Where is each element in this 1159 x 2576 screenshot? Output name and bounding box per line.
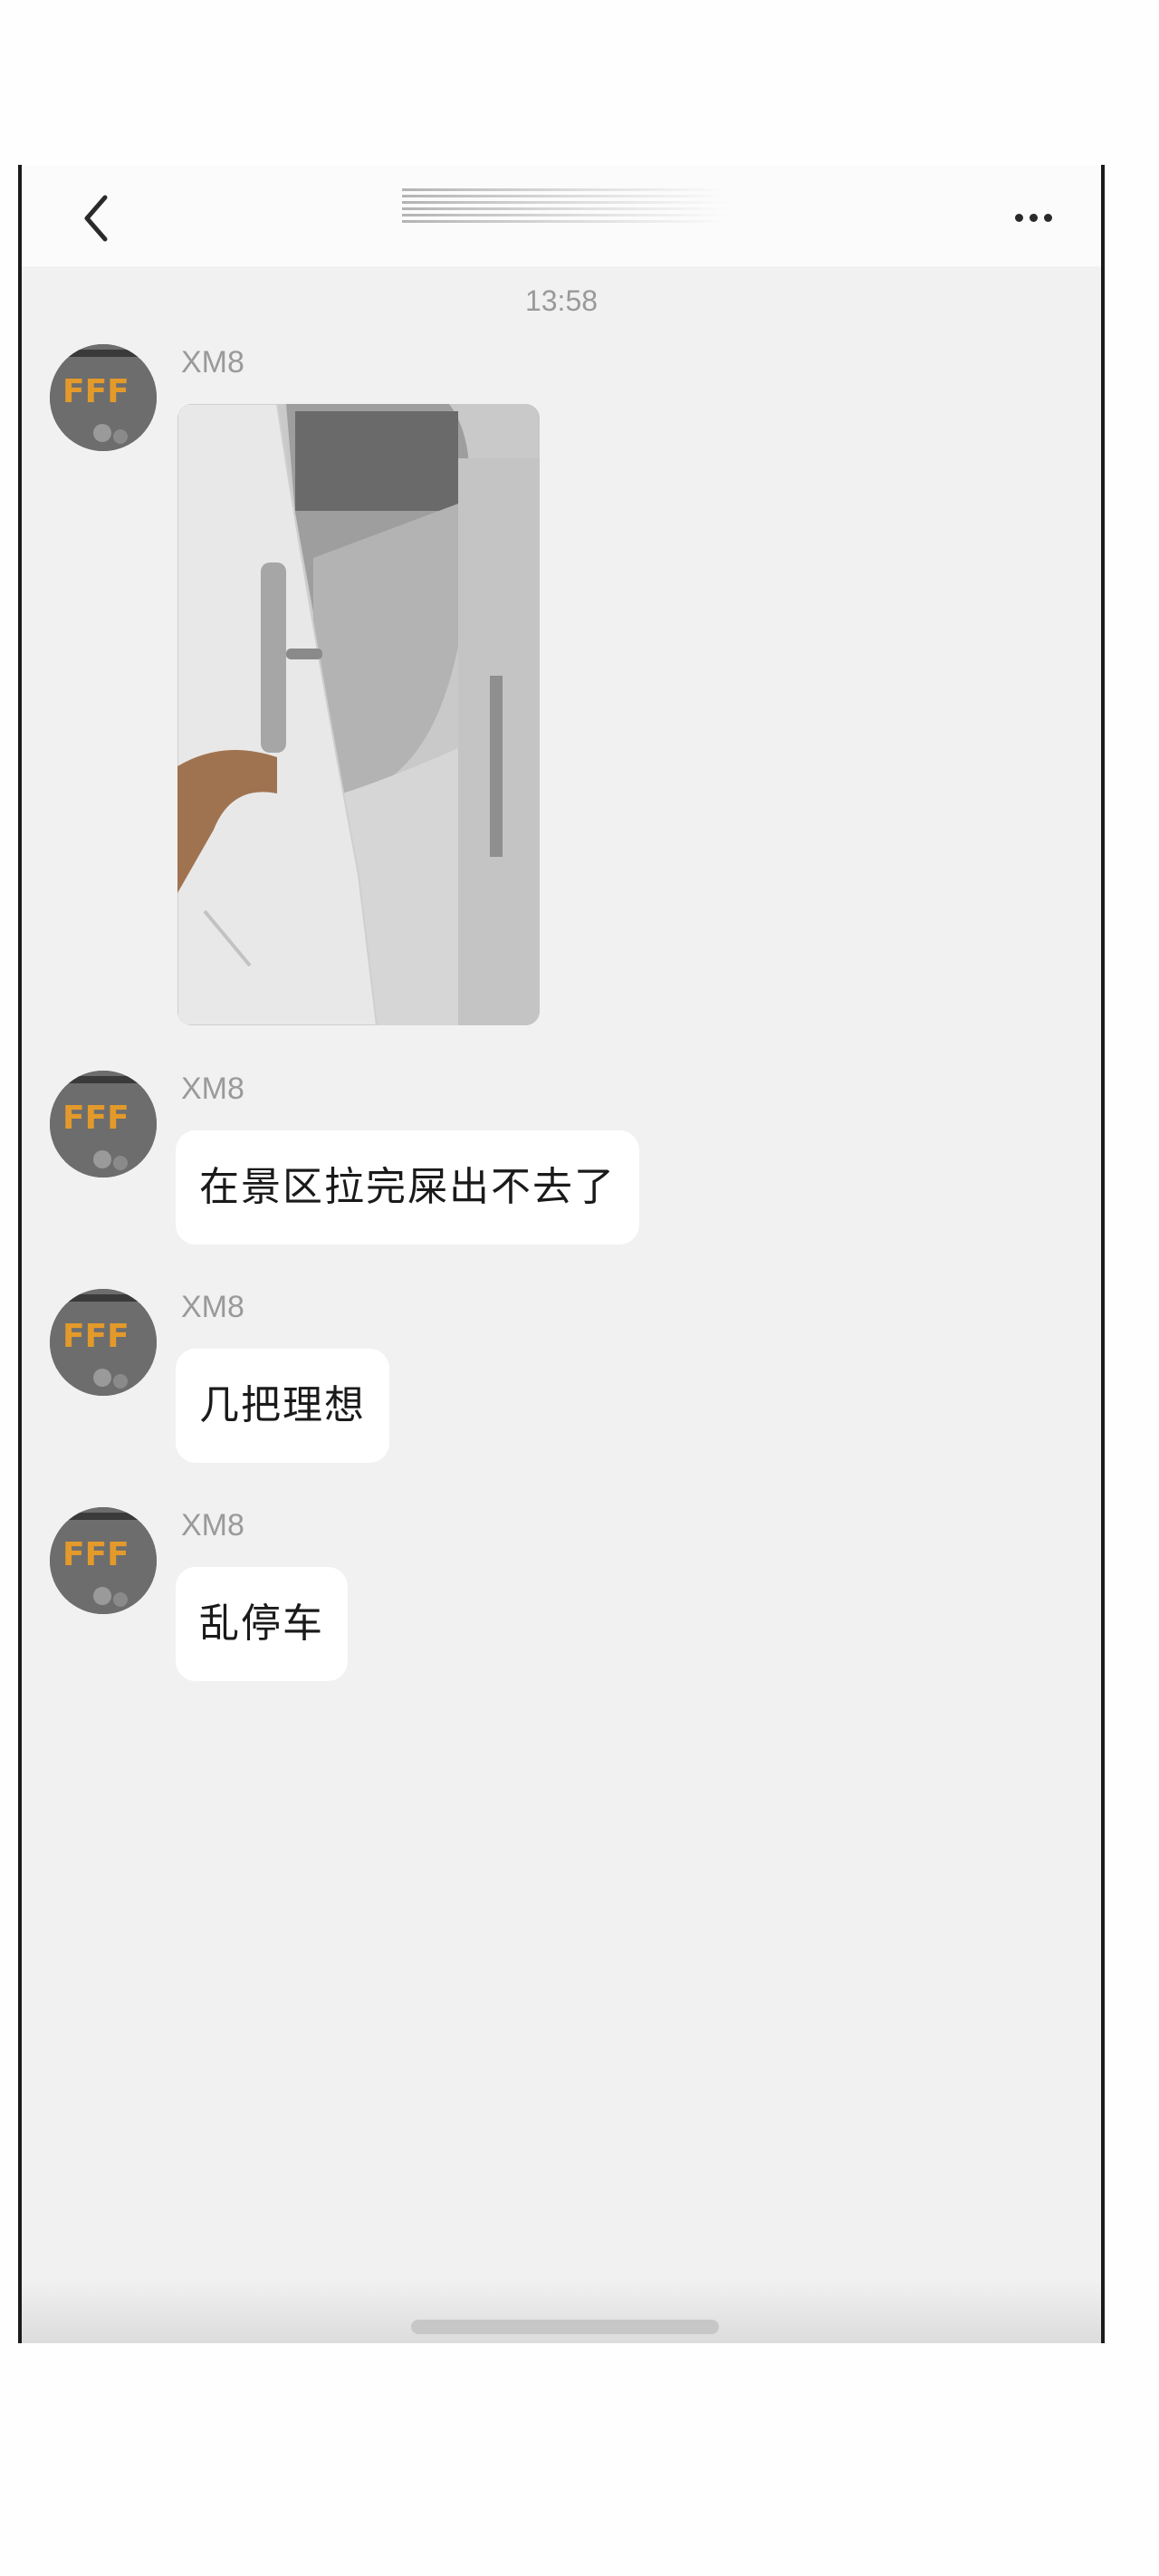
- more-horizontal-icon: [1014, 213, 1023, 222]
- sender-name: XM8: [181, 345, 244, 380]
- svg-text:FFF: FFF: [62, 1536, 129, 1573]
- message-bubble[interactable]: 乱停车: [176, 1567, 348, 1681]
- chat-screen: 13:58 FFF XM8 FFF XM8 在景区拉完屎出不去了 FFF XM8…: [18, 165, 1105, 2343]
- avatar[interactable]: FFF: [50, 344, 157, 451]
- svg-text:FFF: FFF: [62, 1100, 129, 1137]
- message-timestamp: 13:58: [524, 284, 599, 317]
- avatar[interactable]: FFF: [50, 1289, 157, 1396]
- message-bubble[interactable]: 几把理想: [176, 1349, 389, 1463]
- home-indicator[interactable]: [411, 2320, 719, 2334]
- sender-name: XM8: [181, 1072, 244, 1106]
- sender-name: XM8: [181, 1290, 244, 1324]
- navigation-bar: [22, 165, 1101, 266]
- more-options-button[interactable]: [1001, 190, 1065, 245]
- conversation-title-redacted: [402, 188, 728, 225]
- svg-text:FFF: FFF: [62, 1318, 129, 1355]
- back-button[interactable]: [67, 187, 130, 250]
- svg-text:FFF: FFF: [62, 373, 129, 410]
- image-message[interactable]: [177, 404, 540, 1025]
- message-bubble[interactable]: 在景区拉完屎出不去了: [176, 1130, 639, 1245]
- avatar[interactable]: FFF: [50, 1507, 157, 1614]
- chevron-left-icon: [84, 195, 108, 242]
- sender-name: XM8: [181, 1508, 244, 1543]
- avatar[interactable]: FFF: [50, 1071, 157, 1177]
